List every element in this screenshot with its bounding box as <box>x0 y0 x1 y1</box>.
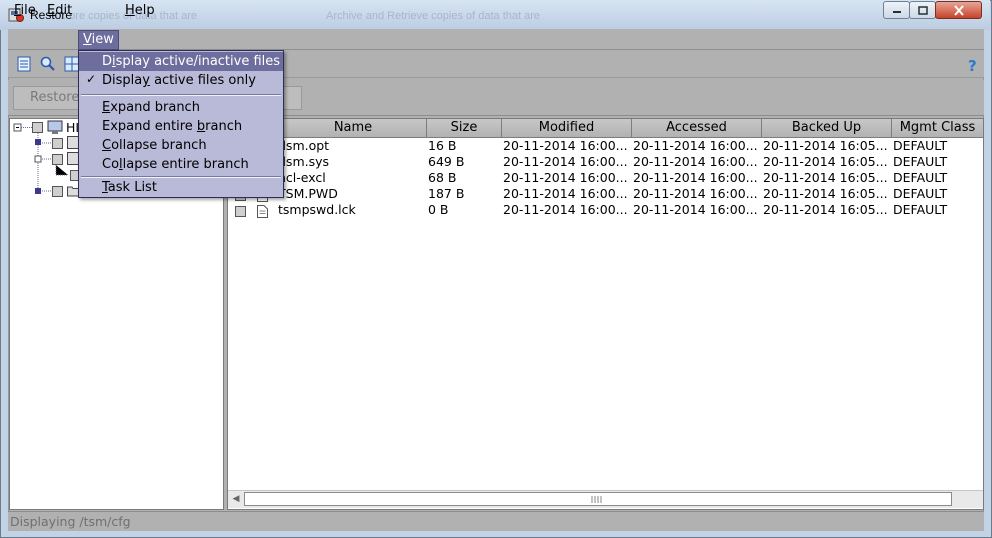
file-size: 0 B <box>428 202 449 217</box>
minimize-button[interactable] <box>883 1 910 19</box>
file-name: dsm.sys <box>278 154 330 169</box>
file-accessed: 20-11-2014 16:00... <box>633 186 758 201</box>
menu-item-task-list[interactable]: Task List <box>79 178 283 197</box>
menu-item-expand-branch[interactable]: Expand branch <box>79 98 283 117</box>
file-accessed: 20-11-2014 16:00... <box>633 154 758 169</box>
file-name: TSM.PWD <box>278 186 338 201</box>
file-modified: 20-11-2014 16:00... <box>503 138 628 153</box>
row-checkbox[interactable] <box>235 206 246 217</box>
file-accessed: 20-11-2014 16:00... <box>633 202 758 217</box>
column-header-size[interactable]: Size <box>427 119 502 138</box>
file-name: ncl-excl <box>278 170 326 185</box>
action-button[interactable] <box>283 86 302 110</box>
status-text: Displaying /tsm/cfg <box>10 514 131 529</box>
file-size: 649 B <box>428 154 465 169</box>
file-size: 68 B <box>428 170 457 185</box>
help-icon[interactable]: ? <box>964 56 982 74</box>
search-icon[interactable] <box>39 55 57 73</box>
file-accessed: 20-11-2014 16:00... <box>633 138 758 153</box>
file-name: dsm.opt <box>278 138 330 153</box>
close-icon <box>953 4 964 16</box>
menu-item-display-active-inactive-files[interactable]: Display active/inactive files <box>79 52 283 71</box>
tree-checkbox[interactable] <box>52 186 63 197</box>
tree-checkbox[interactable] <box>32 122 43 133</box>
column-header-mgmt-class[interactable]: Mgmt Class <box>892 119 983 138</box>
file-icon <box>257 205 268 218</box>
menu-separator <box>81 94 281 96</box>
column-header-name[interactable]: Name <box>280 119 427 138</box>
column-header-modified[interactable]: Modified <box>502 119 632 138</box>
menu-help[interactable]: Help <box>121 2 159 20</box>
menu-bar <box>8 29 984 50</box>
column-header-accessed[interactable]: Accessed <box>632 119 762 138</box>
file-backed-up: 20-11-2014 16:05... <box>763 154 888 169</box>
background-window-text: Archive and Retrieve copies of data that… <box>326 10 541 22</box>
menu-view[interactable]: View <box>78 30 119 50</box>
file-mgmt-class: DEFAULT <box>893 170 948 185</box>
details-icon[interactable] <box>15 55 33 73</box>
file-backed-up: 20-11-2014 16:05... <box>763 202 888 217</box>
grip-icon <box>591 496 602 503</box>
menu-item-expand-entire-branch[interactable]: Expand entire branch <box>79 117 283 136</box>
svg-text:?: ? <box>968 57 977 74</box>
status-bar <box>8 511 984 531</box>
close-button[interactable] <box>935 1 982 19</box>
file-backed-up: 20-11-2014 16:05... <box>763 186 888 201</box>
file-modified: 20-11-2014 16:00... <box>503 186 628 201</box>
file-mgmt-class: DEFAULT <box>893 186 948 201</box>
file-mgmt-class: DEFAULT <box>893 202 948 217</box>
file-mgmt-class: DEFAULT <box>893 138 948 153</box>
maximize-button[interactable] <box>909 1 936 19</box>
file-modified: 20-11-2014 16:00... <box>503 202 628 217</box>
check-icon: ✓ <box>86 72 97 86</box>
scrollbar-thumb[interactable] <box>244 492 952 506</box>
file-size: 16 B <box>428 138 457 153</box>
menu-item-display-active-files-only[interactable]: Display active files only <box>79 71 283 90</box>
file-size: 187 B <box>428 186 465 201</box>
file-backed-up: 20-11-2014 16:05... <box>763 170 888 185</box>
file-name: tsmpswd.lck <box>278 202 356 217</box>
menu-item-collapse-branch[interactable]: Collapse branch <box>79 136 283 155</box>
tree-checkbox[interactable] <box>52 138 63 149</box>
file-mgmt-class: DEFAULT <box>893 154 948 169</box>
column-header-backed-up[interactable]: Backed Up <box>762 119 892 138</box>
file-accessed: 20-11-2014 16:00... <box>633 170 758 185</box>
minimize-icon <box>892 11 901 13</box>
computer-icon <box>47 120 63 134</box>
file-modified: 20-11-2014 16:00... <box>503 170 628 185</box>
file-modified: 20-11-2014 16:00... <box>503 154 628 169</box>
file-backed-up: 20-11-2014 16:05... <box>763 138 888 153</box>
scroll-left-arrow-icon[interactable]: ◀ <box>230 493 242 505</box>
maximize-icon <box>917 5 928 15</box>
menu-file[interactable]: File <box>10 2 40 20</box>
menu-edit[interactable]: Edit <box>43 2 76 20</box>
menu-item-collapse-entire-branch[interactable]: Collapse entire branch <box>79 155 283 174</box>
tree-checkbox[interactable] <box>52 154 63 165</box>
